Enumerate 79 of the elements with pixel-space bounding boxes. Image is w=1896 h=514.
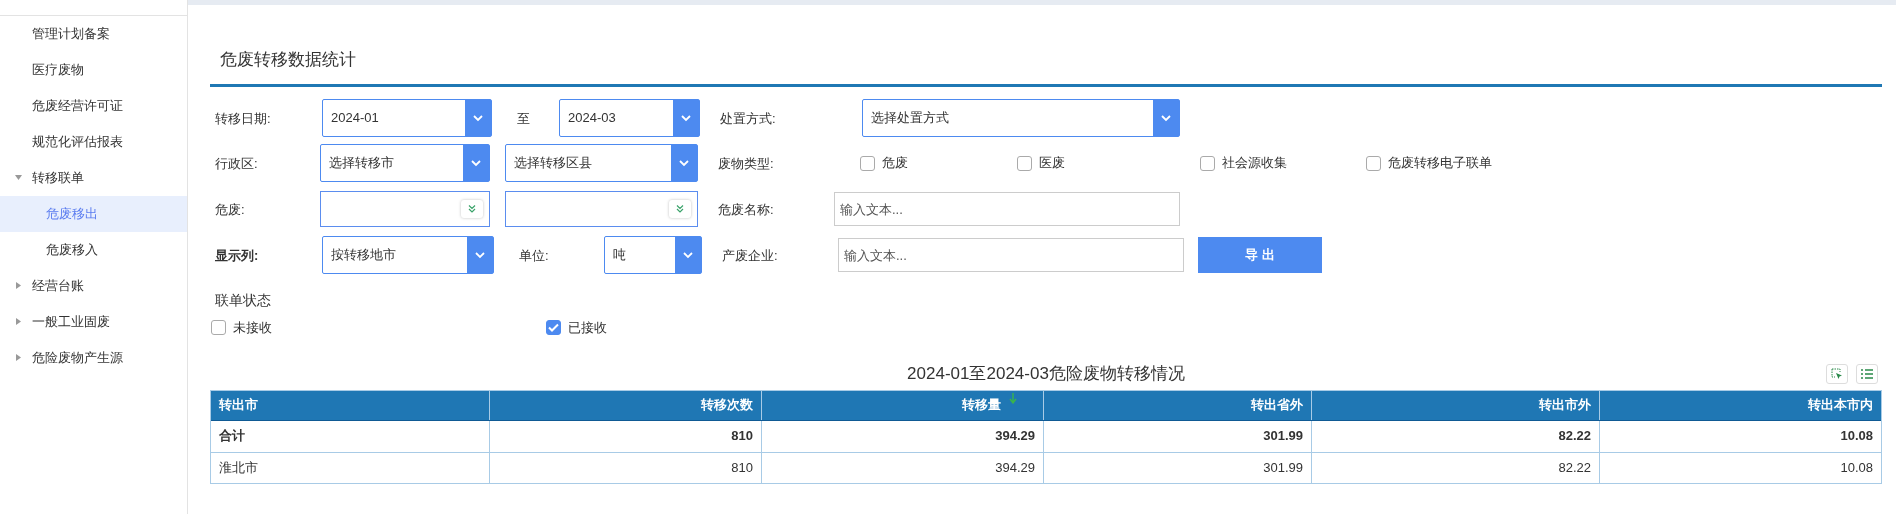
table-cell: 301.99 xyxy=(1043,452,1311,483)
checkbox[interactable] xyxy=(546,320,561,336)
chevron-down-icon xyxy=(474,251,486,259)
table-cell: 394.29 xyxy=(761,452,1043,483)
checkbox[interactable] xyxy=(860,155,875,171)
checkbox[interactable] xyxy=(1200,155,1215,171)
text-field[interactable]: 输入文本... xyxy=(834,192,1180,226)
range-separator: 至 xyxy=(517,111,530,126)
chevron-down-icon xyxy=(682,251,694,259)
chevron-down-icon xyxy=(1160,114,1172,122)
table-cell: 394.29 xyxy=(761,420,1043,452)
select-field[interactable]: 2024-03 xyxy=(559,99,700,137)
sort-icon xyxy=(1009,392,1017,404)
column-header[interactable]: 转出本市内 xyxy=(1599,390,1881,420)
select-field[interactable]: 2024-01 xyxy=(322,99,492,137)
sidebar-item[interactable]: 危险废物产生源 xyxy=(0,340,187,376)
text-field[interactable]: 输入文本... xyxy=(838,238,1184,272)
field-label: 产废企业: xyxy=(722,248,778,263)
table-cell: 10.08 xyxy=(1599,452,1881,483)
caret-right-icon xyxy=(15,354,22,361)
sidebar-item[interactable]: 一般工业固废 xyxy=(0,304,187,340)
select-field[interactable]: 选择转移市 xyxy=(320,144,490,182)
select-field[interactable]: 按转移地市 xyxy=(322,236,494,274)
double-chevron-icon xyxy=(675,204,685,214)
chevron-down-icon xyxy=(678,159,690,167)
sidebar-item[interactable]: 经营台账 xyxy=(0,268,187,304)
list-icon[interactable] xyxy=(1856,363,1878,384)
table-cell: 10.08 xyxy=(1599,420,1881,452)
checkbox-label: 已接收 xyxy=(568,319,607,337)
section-label: 联单状态 xyxy=(215,292,271,308)
table-cell: 810 xyxy=(489,452,761,483)
page-title: 危废转移数据统计 xyxy=(220,48,356,71)
field-label: 转移日期: xyxy=(215,111,271,126)
caret-right-icon xyxy=(15,318,22,325)
checkbox[interactable] xyxy=(1017,155,1032,171)
column-header[interactable]: 转移量 xyxy=(761,390,1043,420)
sidebar-item[interactable]: 转移联单 xyxy=(0,160,187,196)
table-cell: 810 xyxy=(489,420,761,452)
caret-down-icon xyxy=(15,174,22,181)
sidebar-item[interactable]: 医疗废物 xyxy=(0,52,187,88)
field-label: 危废名称: xyxy=(718,202,774,217)
caret-right-icon xyxy=(15,282,22,289)
checkbox-label: 未接收 xyxy=(233,319,272,337)
field-label: 行政区: xyxy=(215,156,258,171)
table-title: 2024-01至2024-03危险废物转移情况 xyxy=(907,362,1185,385)
field-label: 显示列: xyxy=(215,248,259,263)
table-cell-text: 淮北市 xyxy=(218,458,259,477)
table-cell: 301.99 xyxy=(1043,420,1311,452)
checkbox[interactable] xyxy=(1366,155,1381,171)
sidebar-item[interactable]: 规范化评估报表 xyxy=(0,124,187,160)
column-header[interactable]: 转出市 xyxy=(211,390,489,420)
field-label: 废物类型: xyxy=(718,156,774,171)
sidebar-item[interactable]: 危废经营许可证 xyxy=(0,88,187,124)
field-label: 处置方式: xyxy=(720,111,776,126)
select-field[interactable]: 吨 xyxy=(604,236,702,274)
sidebar-item[interactable]: 危废移入 xyxy=(0,232,187,268)
sidebar-item[interactable]: 管理计划备案 xyxy=(0,16,187,52)
chevron-down-icon xyxy=(472,114,484,122)
checkbox-label: 危废 xyxy=(882,154,908,173)
column-header[interactable]: 转移次数 xyxy=(489,390,761,420)
column-header[interactable]: 转出市外 xyxy=(1311,390,1599,420)
chevron-down-icon xyxy=(680,114,692,122)
field-label: 单位: xyxy=(519,248,549,263)
select-field[interactable]: 选择处置方式 xyxy=(862,99,1180,137)
select-tool-icon[interactable] xyxy=(1826,363,1848,384)
chevron-down-icon xyxy=(470,159,482,167)
multi-select-field[interactable] xyxy=(505,191,698,227)
select-field[interactable]: 选择转移区县 xyxy=(505,144,698,182)
checkbox-label: 医废 xyxy=(1039,154,1065,173)
double-chevron-icon xyxy=(467,204,477,214)
table-cell-text: 合计 xyxy=(218,427,246,446)
table-cell: 82.22 xyxy=(1311,420,1599,452)
checkbox-label: 社会源收集 xyxy=(1222,154,1287,173)
checkbox-label: 危废转移电子联单 xyxy=(1388,154,1492,173)
checkbox[interactable] xyxy=(211,320,226,336)
multi-select-field[interactable] xyxy=(320,191,490,227)
field-label: 危废: xyxy=(215,202,245,217)
column-header[interactable]: 转出省外 xyxy=(1043,390,1311,420)
table-cell: 82.22 xyxy=(1311,452,1599,483)
